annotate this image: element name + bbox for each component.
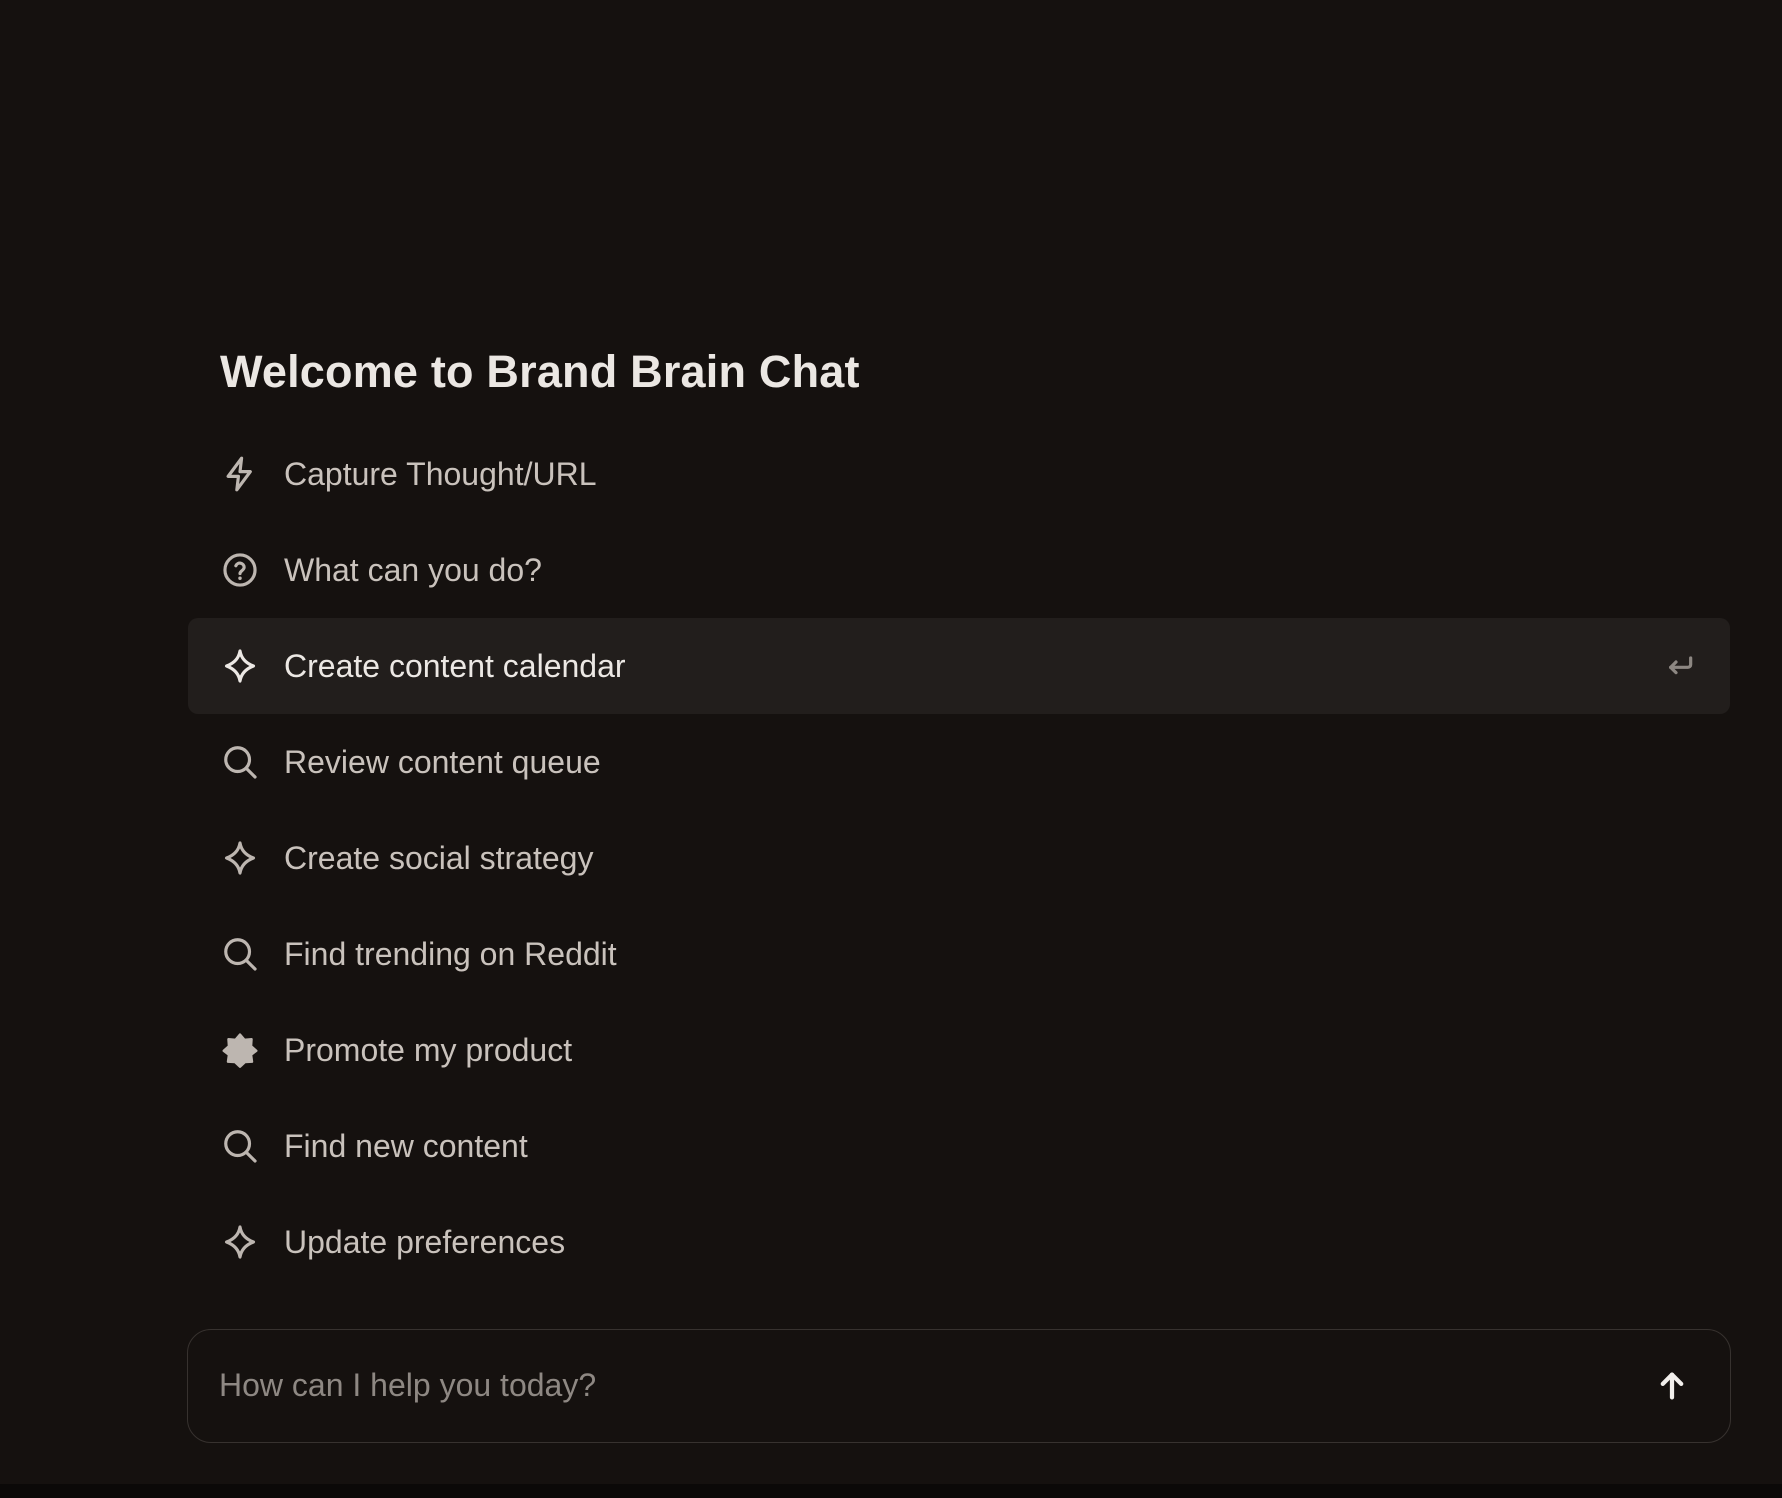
- lightning-icon: [220, 454, 260, 494]
- arrow-up-icon: [1660, 1372, 1684, 1400]
- chat-input[interactable]: [219, 1330, 1599, 1441]
- question-circle-icon: [220, 550, 260, 590]
- sparkle-icon: [220, 646, 260, 686]
- suggestion-capture-thought-url[interactable]: Capture Thought/URL: [188, 426, 1730, 522]
- suggestion-promote-my-product[interactable]: Promote my product: [188, 1002, 1730, 1098]
- suggestion-create-social-strategy[interactable]: Create social strategy: [188, 810, 1730, 906]
- suggestion-what-can-you-do[interactable]: What can you do?: [188, 522, 1730, 618]
- star-badge-icon: [220, 1030, 260, 1070]
- search-icon: [220, 742, 260, 782]
- suggestion-label: Update preferences: [284, 1223, 566, 1260]
- chat-composer: [187, 1329, 1731, 1443]
- chat-page: Welcome to Brand Brain Chat Capture Thou…: [0, 0, 1782, 1498]
- sparkle-icon: [220, 1222, 260, 1262]
- suggestion-label: Review content queue: [284, 743, 601, 780]
- suggestion-label: What can you do?: [284, 551, 542, 588]
- search-icon: [220, 1126, 260, 1166]
- suggestion-find-new-content[interactable]: Find new content: [188, 1098, 1730, 1194]
- search-icon: [220, 934, 260, 974]
- suggestion-label: Find new content: [284, 1127, 528, 1164]
- sparkle-icon: [220, 838, 260, 878]
- suggestion-list: Capture Thought/URL What can you do? Cre…: [188, 426, 1730, 1290]
- page-title: Welcome to Brand Brain Chat: [220, 346, 860, 397]
- suggestion-label: Promote my product: [284, 1031, 573, 1068]
- suggestion-label: Capture Thought/URL: [284, 455, 597, 492]
- bottom-edge: [0, 1484, 1782, 1498]
- send-button[interactable]: [1650, 1364, 1694, 1408]
- enter-key-icon: [1664, 650, 1696, 682]
- suggestion-create-content-calendar[interactable]: Create content calendar: [188, 618, 1730, 714]
- suggestion-label: Create social strategy: [284, 839, 594, 876]
- suggestion-review-content-queue[interactable]: Review content queue: [188, 714, 1730, 810]
- suggestion-label: Create content calendar: [284, 647, 626, 684]
- suggestion-label: Find trending on Reddit: [284, 935, 617, 972]
- suggestion-update-preferences[interactable]: Update preferences: [188, 1194, 1730, 1290]
- suggestion-find-trending-on-reddit[interactable]: Find trending on Reddit: [188, 906, 1730, 1002]
